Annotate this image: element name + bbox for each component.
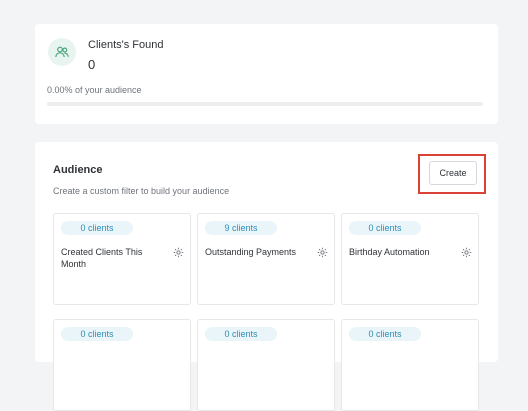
clients-count-badge: 0 clients bbox=[349, 327, 421, 341]
stats-title: Clients's Found bbox=[88, 39, 164, 51]
audience-title: Audience bbox=[53, 164, 103, 176]
segment-card-outstanding-payments[interactable]: 9 clients Outstanding Payments bbox=[197, 213, 335, 305]
segment-card[interactable]: 0 clients bbox=[53, 319, 191, 411]
segment-card[interactable]: 0 clients bbox=[341, 319, 479, 411]
segment-name: Birthday Automation bbox=[349, 247, 430, 257]
clients-count-badge: 0 clients bbox=[61, 221, 133, 235]
segment-card-birthday-automation[interactable]: 0 clients Birthday Automation bbox=[341, 213, 479, 305]
clients-count-badge: 0 clients bbox=[61, 327, 133, 341]
audience-subtitle: Create a custom filter to build your aud… bbox=[53, 186, 230, 196]
audience-percent-label: 0.00% of your audience bbox=[47, 85, 142, 95]
clients-found-card: Clients's Found 0 0.00% of your audience bbox=[35, 24, 498, 124]
clients-count-badge: 0 clients bbox=[205, 327, 277, 341]
stats-count: 0 bbox=[88, 57, 96, 72]
users-icon-circle bbox=[48, 38, 76, 66]
segment-name: Created Clients This Month bbox=[61, 247, 143, 269]
audience-progress-bar bbox=[47, 102, 483, 106]
gear-icon[interactable] bbox=[461, 247, 472, 258]
clients-count-badge: 9 clients bbox=[205, 221, 277, 235]
segment-card[interactable]: 0 clients bbox=[197, 319, 335, 411]
create-button[interactable]: Create bbox=[429, 161, 477, 185]
gear-icon[interactable] bbox=[317, 247, 328, 258]
segment-name: Outstanding Payments bbox=[205, 247, 297, 257]
audience-panel: Audience Create a custom filter to build… bbox=[35, 142, 498, 411]
clients-count-badge: 0 clients bbox=[349, 221, 421, 235]
users-icon bbox=[55, 46, 69, 58]
gear-icon[interactable] bbox=[173, 247, 184, 258]
segment-card-created-clients[interactable]: 0 clients Created Clients This Month bbox=[53, 213, 191, 305]
